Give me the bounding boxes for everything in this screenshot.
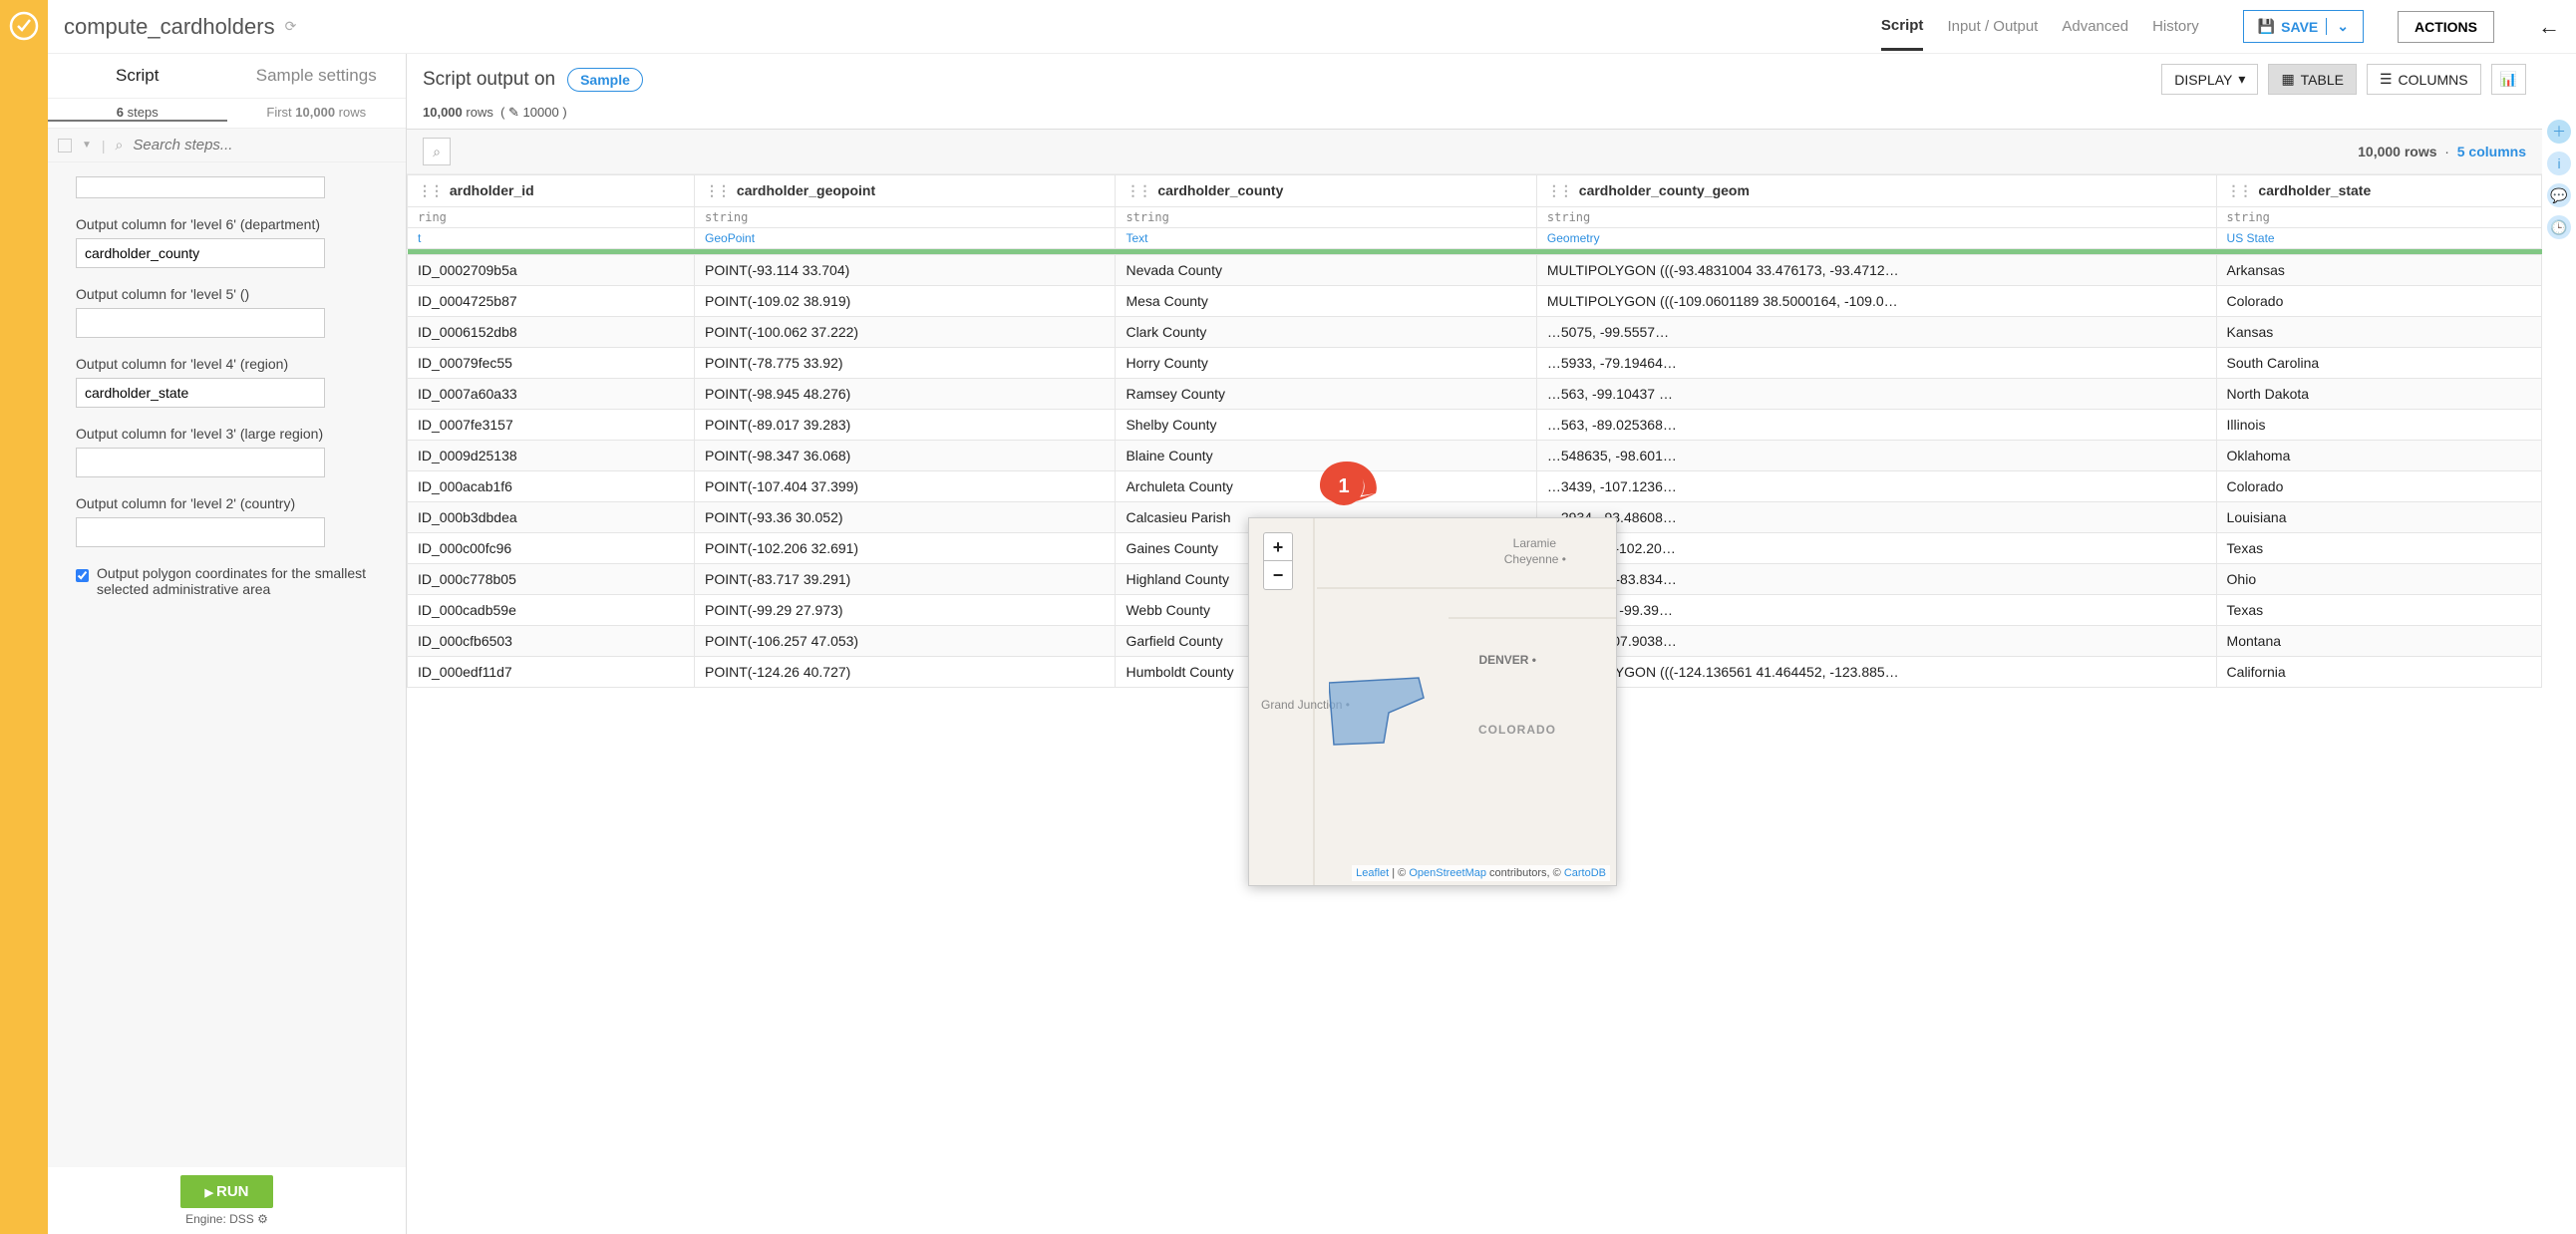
field-label-l2: Output column for 'level 2' (country) — [76, 495, 378, 511]
tab-history[interactable]: History — [2152, 4, 2199, 49]
poly-checkbox-label: Output polygon coordinates for the small… — [97, 565, 378, 597]
chart-icon: 📊 — [2500, 71, 2517, 88]
save-button[interactable]: 💾 SAVE ⌄ — [2243, 10, 2364, 43]
left-tab-script[interactable]: Script — [48, 54, 227, 98]
annotation-marker-1: 1 — [1312, 462, 1382, 517]
table-stats: 10,000 rows · 5 columns — [2358, 144, 2526, 159]
field-input-l6[interactable] — [76, 238, 325, 268]
page-title: compute_cardholders — [64, 14, 275, 40]
engine-label[interactable]: Engine: DSS ⚙ — [56, 1212, 398, 1226]
column-header[interactable]: ⋮⋮ cardholder_state — [2216, 175, 2541, 207]
table-row[interactable]: ID_0009d25138POINT(-98.347 36.068)Blaine… — [408, 441, 2542, 471]
table-row[interactable]: ID_0007fe3157POINT(-89.017 39.283)Shelby… — [408, 410, 2542, 441]
column-header[interactable]: ⋮⋮ cardholder_geopoint — [695, 175, 1116, 207]
select-dropdown-icon[interactable]: ▼ — [82, 140, 92, 151]
table-row[interactable]: ID_0007a60a33POINT(-98.945 48.276)Ramsey… — [408, 379, 2542, 410]
columns-button[interactable]: ☰ COLUMNS — [2367, 64, 2481, 95]
map-preview: + − Laramie Cheyenne • DENVER • Grand Ju… — [1248, 517, 1617, 886]
table-row[interactable]: ID_00079fec55POINT(-78.775 33.92)Horry C… — [408, 348, 2542, 379]
poly-checkbox[interactable] — [76, 567, 89, 584]
column-header[interactable]: ⋮⋮ cardholder_county — [1116, 175, 1536, 207]
sample-badge[interactable]: Sample — [567, 68, 643, 92]
output-subheader: 10,000 rows ( ✎ 10000 ) — [407, 105, 2542, 130]
field-label-l4: Output column for 'level 4' (region) — [76, 356, 378, 372]
field-input-l3[interactable] — [76, 448, 325, 477]
column-header[interactable]: ⋮⋮ cardholder_county_geom — [1536, 175, 2216, 207]
tab-advanced[interactable]: Advanced — [2062, 4, 2128, 49]
side-add-icon[interactable]: ＋ — [2547, 120, 2571, 144]
left-tab-sample[interactable]: Sample settings — [227, 54, 407, 98]
side-chat-icon[interactable]: 💬 — [2547, 183, 2571, 207]
table-row[interactable]: ID_0002709b5aPOINT(-93.114 33.704)Nevada… — [408, 255, 2542, 286]
display-button[interactable]: DISPLAY ▾ — [2161, 64, 2258, 95]
svg-text:1: 1 — [1338, 475, 1349, 497]
chevron-down-icon: ▾ — [2238, 71, 2245, 88]
app-logo — [0, 0, 48, 1234]
field-input-empty[interactable] — [76, 176, 325, 198]
table-search-button[interactable]: ⌕ — [423, 138, 451, 165]
steps-count[interactable]: 6 steps — [48, 105, 227, 122]
column-header[interactable]: ⋮⋮ ardholder_id — [408, 175, 695, 207]
table-icon: ▦ — [2281, 71, 2294, 88]
search-steps-input[interactable] — [133, 137, 396, 154]
save-icon: 💾 — [2258, 18, 2275, 35]
side-history-icon[interactable]: 🕒 — [2547, 215, 2571, 239]
table-view-button[interactable]: ▦ TABLE — [2268, 64, 2357, 95]
search-icon: ⌕ — [433, 144, 441, 160]
tab-script[interactable]: Script — [1881, 3, 1924, 51]
pencil-icon[interactable]: ✎ — [508, 105, 519, 120]
table-row[interactable]: ID_0006152db8POINT(-100.062 37.222)Clark… — [408, 317, 2542, 348]
field-label-l3: Output column for 'level 3' (large regio… — [76, 426, 378, 442]
field-input-l2[interactable] — [76, 517, 325, 547]
rows-count[interactable]: First 10,000 rows — [227, 105, 407, 122]
map-attribution: Leaflet | © OpenStreetMap contributors, … — [1352, 865, 1610, 881]
back-arrow-icon[interactable]: ← — [2538, 14, 2560, 40]
field-input-l5[interactable] — [76, 308, 325, 338]
field-input-l4[interactable] — [76, 378, 325, 408]
save-dropdown-icon[interactable]: ⌄ — [2326, 18, 2349, 35]
table-row[interactable]: ID_0004725b87POINT(-109.02 38.919)Mesa C… — [408, 286, 2542, 317]
output-title: Script output on — [423, 69, 555, 91]
map-label-denver: DENVER • — [1478, 653, 1536, 667]
search-icon: ⌕ — [116, 137, 124, 154]
refresh-icon[interactable]: ⟳ — [285, 18, 297, 35]
select-all-checkbox[interactable] — [58, 139, 72, 153]
side-info-icon[interactable]: i — [2547, 152, 2571, 175]
actions-button[interactable]: ACTIONS — [2398, 11, 2494, 43]
map-label-cheyenne: Cheyenne • — [1504, 552, 1566, 566]
map-label-co: COLORADO — [1478, 723, 1556, 737]
run-button[interactable]: RUN — [180, 1175, 272, 1208]
field-label-l6: Output column for 'level 6' (department) — [76, 216, 378, 232]
list-icon: ☰ — [2380, 71, 2393, 88]
map-label-laramie: Laramie — [1513, 536, 1556, 550]
tab-io[interactable]: Input / Output — [1947, 4, 2038, 49]
table-row[interactable]: ID_000acab1f6POINT(-107.404 37.399)Archu… — [408, 471, 2542, 502]
field-label-l5: Output column for 'level 5' () — [76, 286, 378, 302]
chart-button[interactable]: 📊 — [2491, 64, 2526, 95]
